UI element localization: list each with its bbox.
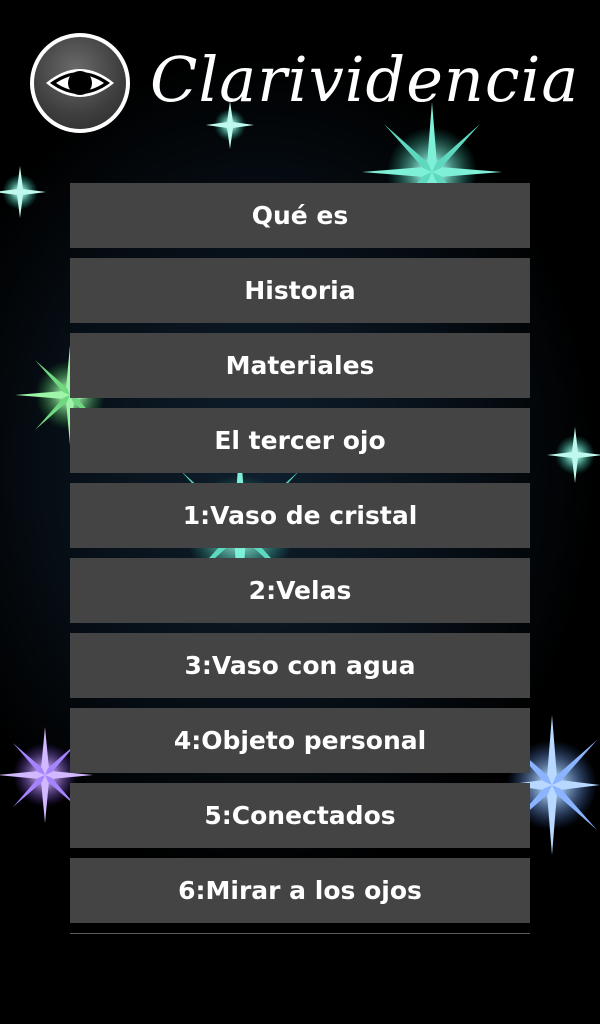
menu-item-conectados[interactable]: 5:Conectados [70, 783, 530, 848]
menu-item-historia[interactable]: Historia [70, 258, 530, 323]
menu-item-el-tercer-ojo[interactable]: El tercer ojo [70, 408, 530, 473]
menu-item-vaso-con-agua[interactable]: 3:Vaso con agua [70, 633, 530, 698]
menu-item-vaso-de-cristal[interactable]: 1:Vaso de cristal [70, 483, 530, 548]
app-header: Clarividencia [0, 0, 600, 150]
menu-divider [70, 933, 530, 934]
main-menu: Qué es Historia Materiales El tercer ojo… [70, 183, 530, 934]
eye-icon [30, 33, 130, 133]
star-teal-left [0, 166, 46, 218]
menu-item-velas[interactable]: 2:Velas [70, 558, 530, 623]
menu-item-mirar-a-los-ojos[interactable]: 6:Mirar a los ojos [70, 858, 530, 923]
menu-item-materiales[interactable]: Materiales [70, 333, 530, 398]
star-teal-right [547, 427, 600, 483]
menu-item-que-es[interactable]: Qué es [70, 183, 530, 248]
app-title: Clarividencia [150, 43, 580, 116]
menu-item-objeto-personal[interactable]: 4:Objeto personal [70, 708, 530, 773]
